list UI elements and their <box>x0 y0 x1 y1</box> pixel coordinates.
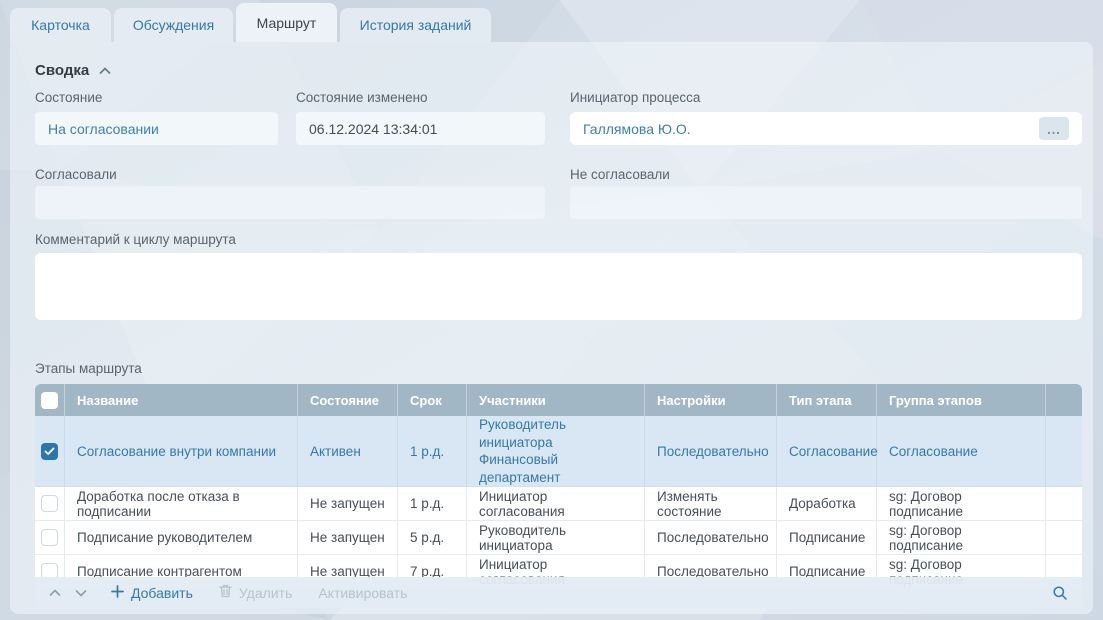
cell-group: sg: Договор подписание <box>889 489 963 519</box>
column-header-term: Срок <box>398 384 467 416</box>
row-checkbox[interactable] <box>41 495 58 512</box>
row-checkbox-checked[interactable] <box>41 443 58 460</box>
activate-button-label: Активировать <box>318 585 407 601</box>
tab-label: История заданий <box>360 17 472 33</box>
cell-group: Согласование <box>889 444 978 459</box>
initiator-more-button[interactable]: … <box>1039 117 1069 140</box>
comment-input[interactable] <box>35 253 1082 320</box>
approved-field <box>35 186 545 219</box>
column-header-state: Состояние <box>298 384 398 416</box>
not-approved-field <box>570 186 1082 219</box>
trash-icon <box>219 584 232 601</box>
not-approved-label: Не согласовали <box>570 167 670 182</box>
tab-card[interactable]: Карточка <box>10 8 111 42</box>
collapse-section-chevron-icon[interactable] <box>99 67 111 75</box>
table-row[interactable]: Доработка после отказа в подписании Не з… <box>35 487 1082 521</box>
plus-icon <box>111 585 124 601</box>
route-page: Карточка Обсуждения Маршрут История зада… <box>0 0 1103 620</box>
column-header-spacer <box>1046 384 1082 416</box>
column-header-participants: Участники <box>467 384 645 416</box>
table-row[interactable]: Подписание руководителем Не запущен 5 р.… <box>35 521 1082 555</box>
search-icon <box>1052 585 1068 601</box>
column-header-settings: Настройки <box>645 384 777 416</box>
stages-title: Этапы маршрута <box>35 361 142 376</box>
cell-participants-line1: Инициатор согласования <box>479 489 565 519</box>
state-changed-field: 06.12.2024 13:34:01 <box>296 112 545 145</box>
stages-toolbar: Добавить Удалить Активировать <box>35 577 1082 608</box>
cell-settings: Изменять состояние <box>657 489 722 519</box>
select-all-checkbox[interactable] <box>41 392 58 409</box>
cell-term: 1 р.д. <box>410 444 444 459</box>
tab-label: Обсуждения <box>133 17 214 33</box>
cell-term: 5 р.д. <box>410 530 444 545</box>
cell-settings: Последовательно <box>657 530 769 545</box>
table-row[interactable]: Согласование внутри компании Активен 1 р… <box>35 416 1082 487</box>
column-header-name: Название <box>65 384 298 416</box>
initiator-label: Инициатор процесса <box>570 90 700 105</box>
cell-type: Доработка <box>789 496 856 511</box>
tab-route[interactable]: Маршрут <box>236 3 337 42</box>
initiator-value: Галлямова Ю.О. <box>583 121 691 137</box>
state-changed-value: 06.12.2024 13:34:01 <box>309 121 437 137</box>
table-header-row: Название Состояние Срок Участники Настро… <box>35 384 1082 416</box>
cell-state: Активен <box>310 444 361 459</box>
cell-term: 1 р.д. <box>410 496 444 511</box>
column-header-type: Тип этапа <box>777 384 877 416</box>
move-down-button[interactable] <box>75 589 87 597</box>
summary-section-title: Сводка <box>35 62 89 79</box>
state-value: На согласовании <box>48 121 159 137</box>
row-checkbox[interactable] <box>41 529 58 546</box>
cell-name: Доработка после отказа в подписании <box>77 489 240 519</box>
cell-name: Подписание руководителем <box>77 530 252 545</box>
search-button[interactable] <box>1052 585 1068 601</box>
cell-participants-line2: Финансовый департамент <box>479 451 636 486</box>
cell-participants-line1: Руководитель инициатора <box>479 523 566 553</box>
cell-settings: Последовательно <box>657 444 769 459</box>
cell-state: Не запущен <box>310 496 385 511</box>
cell-name: Согласование внутри компании <box>77 444 276 459</box>
comment-label: Комментарий к циклу маршрута <box>35 232 236 247</box>
initiator-field[interactable]: Галлямова Ю.О. … <box>570 112 1082 145</box>
cell-type: Согласование <box>789 444 878 459</box>
approved-label: Согласовали <box>35 167 117 182</box>
tab-label: Маршрут <box>257 15 317 31</box>
tab-task-history[interactable]: История заданий <box>340 8 491 42</box>
state-changed-label: Состояние изменено <box>296 90 428 105</box>
cell-participants-line1: Руководитель инициатора <box>479 416 636 451</box>
add-button-label: Добавить <box>131 585 193 601</box>
delete-button[interactable]: Удалить <box>219 584 292 601</box>
cell-type: Подписание <box>789 530 865 545</box>
cell-spacer <box>1046 521 1082 555</box>
activate-button[interactable]: Активировать <box>318 585 407 601</box>
column-header-group: Группа этапов <box>877 384 1046 416</box>
cell-state: Не запущен <box>310 530 385 545</box>
tab-discussions[interactable]: Обсуждения <box>114 8 233 42</box>
add-button[interactable]: Добавить <box>111 585 193 601</box>
move-up-button[interactable] <box>49 589 61 597</box>
state-field: На согласовании <box>35 112 278 145</box>
tab-label: Карточка <box>31 17 90 33</box>
state-label: Состояние <box>35 90 102 105</box>
stages-table: Название Состояние Срок Участники Настро… <box>35 384 1082 589</box>
cell-spacer <box>1046 487 1082 521</box>
cell-group: sg: Договор подписание <box>889 523 963 553</box>
cell-spacer <box>1046 416 1082 487</box>
delete-button-label: Удалить <box>239 585 292 601</box>
